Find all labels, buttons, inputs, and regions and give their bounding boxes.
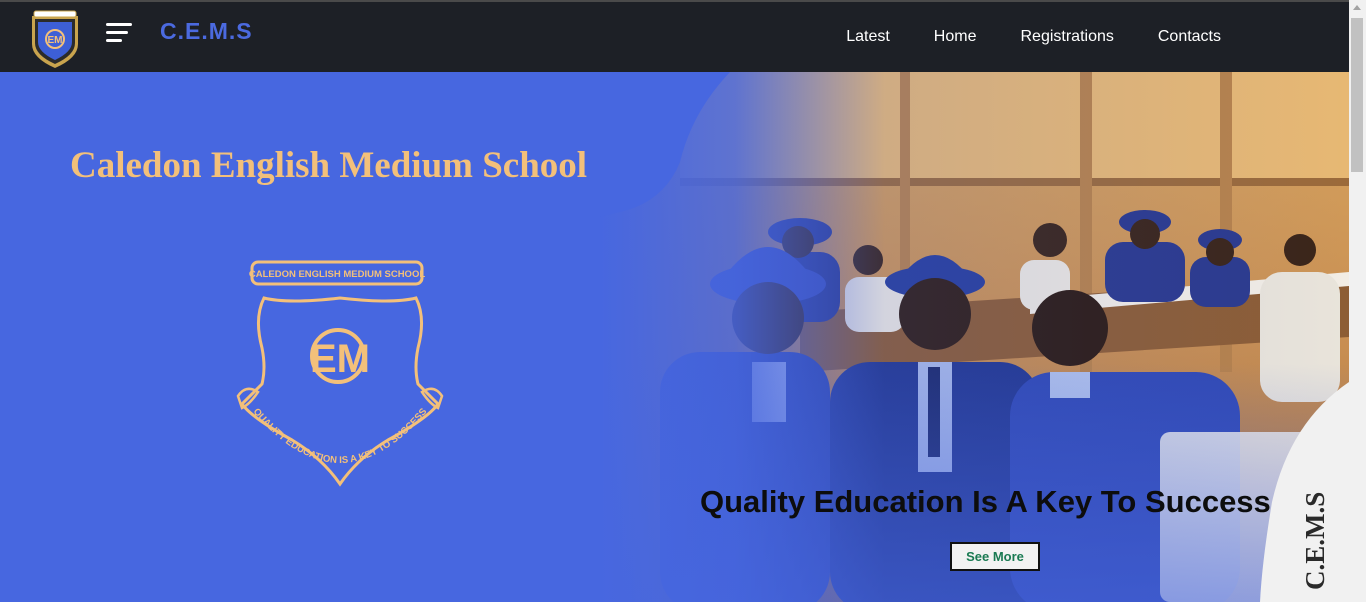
scroll-thumb[interactable] (1351, 18, 1363, 172)
crest-banner-text: CALEDON ENGLISH MEDIUM SCHOOL (249, 269, 425, 280)
school-crest-icon[interactable]: EM (28, 8, 82, 70)
side-brand-text: C.E.M.S (1300, 492, 1330, 590)
hero-photo (600, 72, 1349, 602)
nav-links: Latest Home Registrations Contacts (846, 2, 1349, 72)
school-name-heading: Caledon English Medium School (70, 145, 588, 186)
nav-link-contacts[interactable]: Contacts (1158, 28, 1221, 46)
hero-section: Caledon English Medium School CALEDON EN… (0, 72, 1349, 602)
see-more-button[interactable]: See More (950, 542, 1040, 571)
page-scrollbar[interactable] (1349, 0, 1366, 602)
page: EM C.E.M.S Latest Home Registrations Con… (0, 0, 1366, 602)
crest-monogram: EM (310, 337, 370, 381)
svg-text:EM: EM (48, 35, 63, 46)
crest-motto: QUALITY EDUCATION IS A KEY TO SUCCESS (251, 406, 430, 466)
side-brand-mark: C.E.M.S (1300, 492, 1330, 590)
hero-tagline: Quality Education Is A Key To Success (700, 484, 1271, 519)
brand-name[interactable]: C.E.M.S (160, 18, 253, 45)
nav-link-home[interactable]: Home (934, 28, 977, 46)
svg-text:QUALITY EDUCATION IS A KEY TO: QUALITY EDUCATION IS A KEY TO SUCCESS (251, 406, 430, 466)
nav-link-latest[interactable]: Latest (846, 28, 890, 46)
hamburger-menu-icon[interactable] (106, 21, 134, 45)
school-crest: CALEDON ENGLISH MEDIUM SCHOOL EM QUALITY… (236, 260, 444, 487)
nav-link-registrations[interactable]: Registrations (1020, 28, 1113, 46)
top-navbar: EM C.E.M.S Latest Home Registrations Con… (0, 0, 1349, 72)
scroll-up-arrow-icon[interactable] (1353, 5, 1361, 10)
